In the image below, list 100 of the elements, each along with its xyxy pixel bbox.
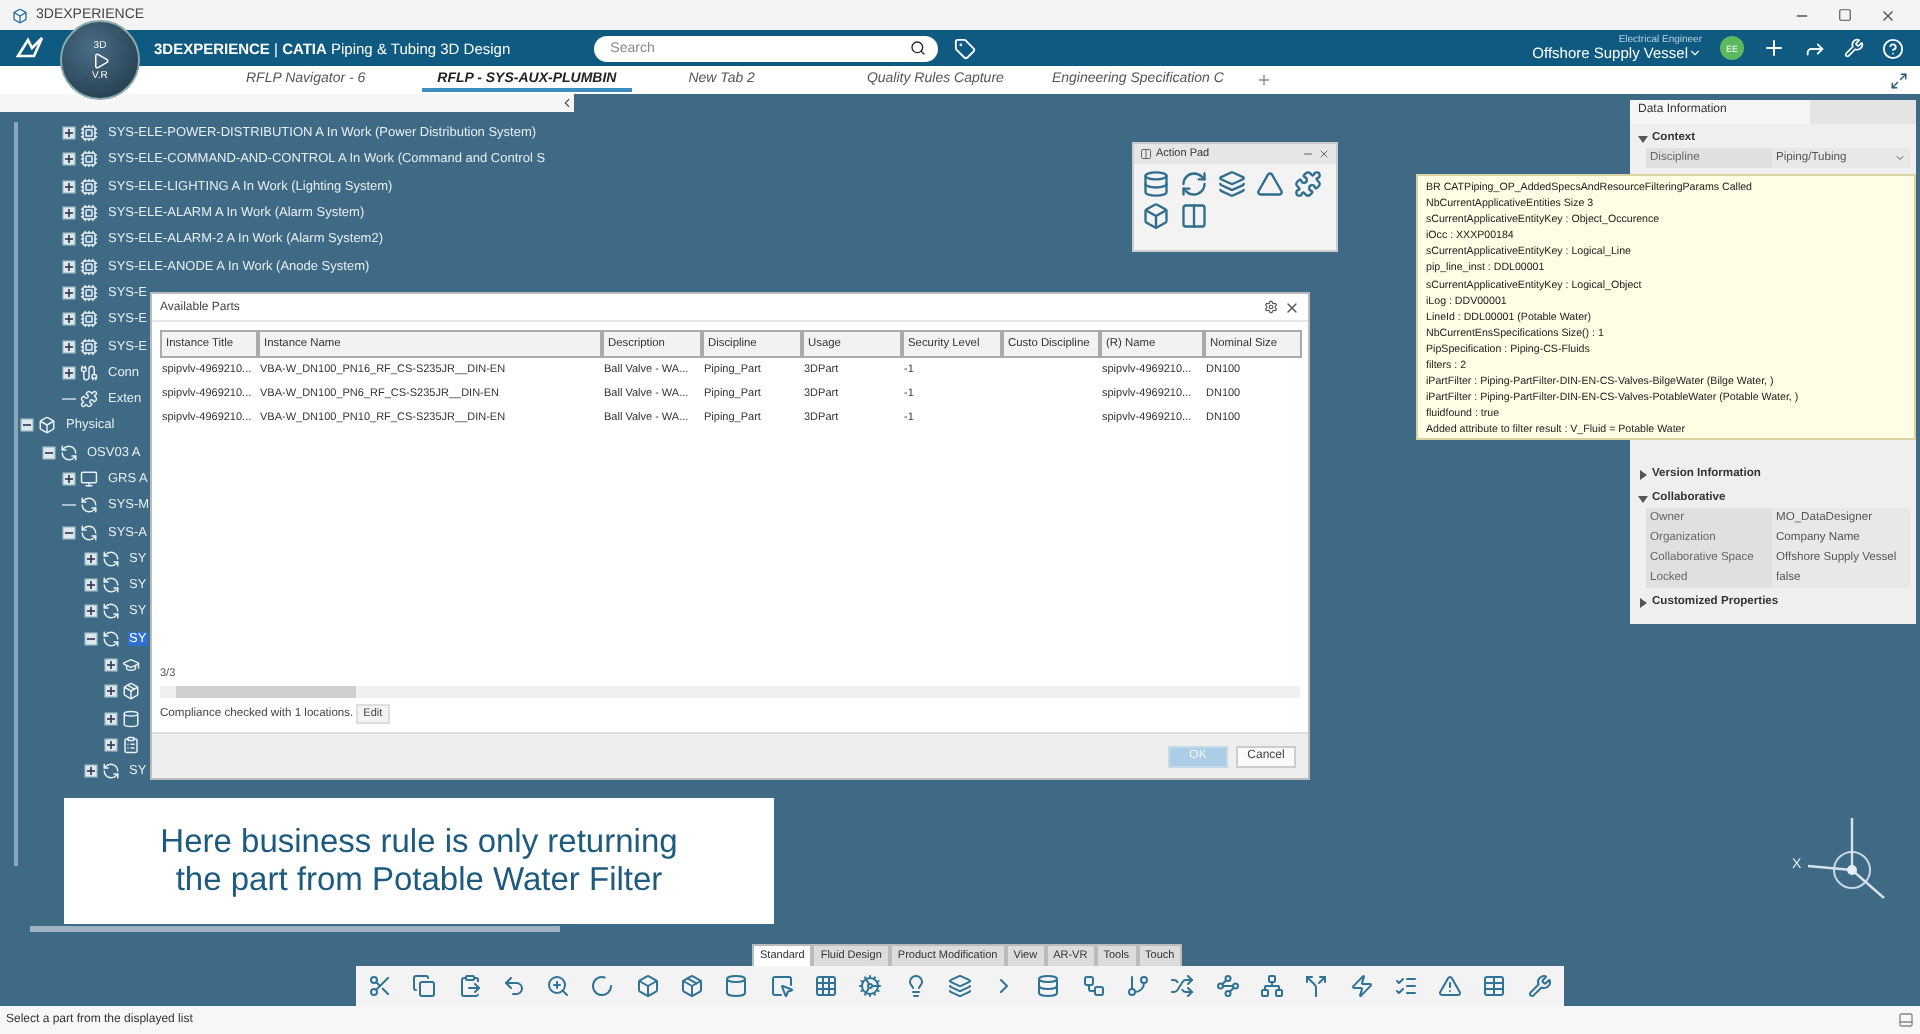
- expand-icon[interactable]: [83, 764, 97, 779]
- expand-icon[interactable]: [62, 179, 76, 194]
- close-icon[interactable]: [1284, 299, 1300, 315]
- copy-icon[interactable]: [412, 974, 437, 998]
- chip-icon: [80, 204, 98, 223]
- expand-icon[interactable]: [62, 126, 76, 141]
- cube-icon[interactable]: [635, 974, 660, 998]
- chip-icon: [80, 150, 98, 169]
- cycle-icon: [80, 523, 98, 542]
- play-icon: [91, 51, 109, 69]
- warning-icon[interactable]: [1438, 974, 1463, 998]
- expand-icon[interactable]: [62, 232, 76, 247]
- tag-icon[interactable]: [954, 37, 977, 59]
- expand-icon[interactable]: [1890, 72, 1908, 90]
- search-icon[interactable]: [910, 40, 927, 56]
- cycle-icon: [101, 602, 119, 621]
- panel-icon[interactable]: [1898, 1012, 1914, 1028]
- columns-icon[interactable]: [1180, 202, 1208, 230]
- table-icon[interactable]: [1482, 974, 1507, 998]
- paste-icon[interactable]: [457, 974, 482, 998]
- expand-icon[interactable]: [62, 259, 76, 274]
- puzzle-icon[interactable]: [1294, 170, 1322, 198]
- expand-icon[interactable]: [62, 365, 76, 380]
- chip-icon: [80, 124, 98, 143]
- triangle-icon[interactable]: [1256, 170, 1284, 198]
- expand-icon[interactable]: [83, 578, 97, 593]
- layers-icon[interactable]: [947, 974, 972, 998]
- lightning-icon[interactable]: [1349, 974, 1374, 998]
- cycle-icon: [101, 629, 119, 648]
- scrollbar[interactable]: [160, 686, 1300, 698]
- caret-icon: [1638, 493, 1648, 503]
- app-icon: [12, 7, 28, 23]
- split-icon[interactable]: [1304, 974, 1329, 998]
- maximize-icon[interactable]: [1838, 7, 1852, 21]
- expand-icon[interactable]: [104, 737, 118, 752]
- database-icon[interactable]: [1142, 170, 1170, 198]
- package-icon: [122, 682, 140, 701]
- cable-icon: [80, 363, 98, 382]
- collapse-icon[interactable]: [20, 418, 34, 433]
- scrollbar[interactable]: [30, 926, 560, 932]
- chip-icon: [80, 337, 98, 356]
- expand-icon[interactable]: [62, 285, 76, 300]
- clipboard-icon: [122, 735, 140, 754]
- caption-text: the part from Potable Water Filter: [175, 861, 663, 899]
- expand-icon[interactable]: [62, 312, 76, 327]
- logo-icon[interactable]: [16, 36, 44, 60]
- database-icon[interactable]: [1036, 974, 1061, 998]
- workflow-icon[interactable]: [1081, 974, 1106, 998]
- network-icon[interactable]: [1259, 974, 1284, 998]
- cube-icon[interactable]: [1142, 202, 1170, 230]
- collapse-icon[interactable]: [41, 445, 55, 460]
- waypoints-icon[interactable]: [1215, 974, 1240, 998]
- expand-icon[interactable]: [104, 658, 118, 673]
- wrench-icon[interactable]: [1527, 974, 1552, 998]
- settings-icon[interactable]: [1264, 300, 1278, 314]
- pad-icon: [1140, 148, 1152, 160]
- caret-icon: [1638, 133, 1648, 143]
- caption-text: Here business rule is only returning: [160, 823, 678, 861]
- expand-icon[interactable]: [62, 472, 76, 486]
- share-icon[interactable]: [1804, 37, 1826, 59]
- collapse-panel-icon[interactable]: [560, 96, 574, 110]
- cycle-icon: [101, 576, 119, 595]
- caret-icon: [1638, 469, 1648, 479]
- grid-icon[interactable]: [813, 974, 838, 998]
- refresh-icon[interactable]: [1180, 170, 1208, 198]
- collapse-icon[interactable]: [83, 631, 97, 646]
- expand-icon[interactable]: [104, 684, 118, 699]
- cycle-icon: [59, 443, 77, 462]
- expand-icon[interactable]: [83, 551, 97, 566]
- cap-icon: [122, 656, 140, 675]
- cylinder-icon: [122, 709, 140, 728]
- plus-icon[interactable]: [1762, 36, 1786, 60]
- shuffle-icon[interactable]: [1170, 974, 1195, 998]
- zoom-icon[interactable]: [546, 974, 571, 998]
- expand-icon[interactable]: [83, 604, 97, 619]
- cylinder-icon[interactable]: [724, 974, 749, 998]
- undo-icon[interactable]: [501, 974, 526, 998]
- gear-icon[interactable]: [858, 974, 883, 998]
- package-icon[interactable]: [680, 974, 705, 998]
- close-icon[interactable]: [1318, 148, 1330, 160]
- pointer-icon[interactable]: [769, 974, 794, 998]
- lightbulb-icon[interactable]: [903, 974, 928, 998]
- chip-icon: [80, 283, 98, 302]
- collapse-icon[interactable]: [62, 525, 76, 540]
- help-icon[interactable]: [1882, 37, 1904, 59]
- caret-icon: [1688, 46, 1702, 60]
- checklist-icon[interactable]: [1393, 974, 1418, 998]
- chip-icon: [80, 257, 98, 276]
- expand-icon[interactable]: [62, 339, 76, 354]
- expand-icon[interactable]: [62, 152, 76, 167]
- spinner-icon[interactable]: [590, 974, 615, 998]
- scrollbar[interactable]: [14, 122, 18, 866]
- branch-icon[interactable]: [1126, 974, 1151, 998]
- axes-drawing[interactable]: [1807, 818, 1885, 899]
- layers-icon[interactable]: [1218, 170, 1246, 198]
- close-icon[interactable]: [1880, 7, 1896, 23]
- scissors-icon[interactable]: [368, 974, 392, 998]
- expand-icon[interactable]: [104, 711, 118, 726]
- cycle-icon: [101, 762, 119, 781]
- expand-icon[interactable]: [62, 206, 76, 221]
